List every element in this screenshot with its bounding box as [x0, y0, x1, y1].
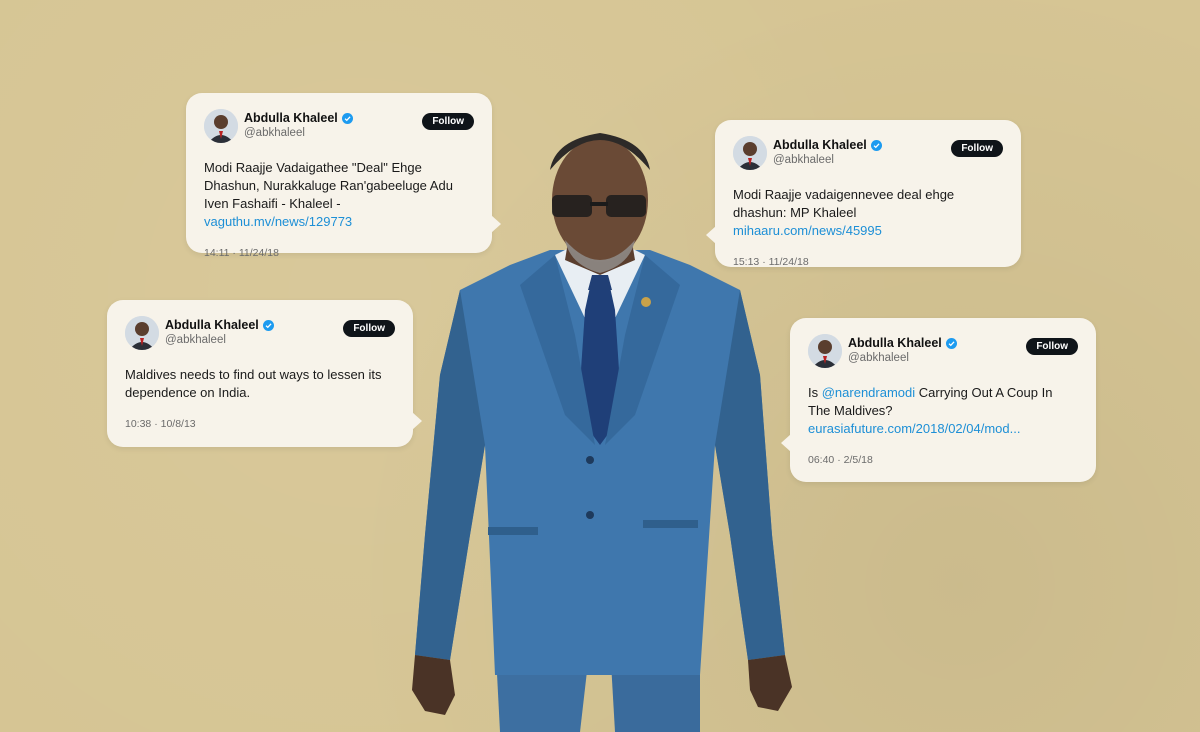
- tweet-card[interactable]: Abdulla Khaleel @abkhaleel Follow Is @na…: [781, 318, 1096, 482]
- tweet-header: Abdulla Khaleel @abkhaleel Follow: [808, 332, 1078, 370]
- author-handle[interactable]: @abkhaleel: [848, 351, 957, 366]
- tweet-timestamp[interactable]: 15:13 · 11/24/18: [733, 256, 1003, 268]
- verified-badge-icon: [341, 113, 353, 124]
- author-name[interactable]: Abdulla Khaleel: [773, 138, 867, 153]
- verified-badge-icon: [262, 320, 274, 331]
- author-name[interactable]: Abdulla Khaleel: [848, 336, 942, 351]
- verified-badge-icon: [870, 140, 882, 151]
- follow-button[interactable]: Follow: [343, 320, 395, 337]
- speech-tail: [491, 215, 501, 233]
- tweet-header: Abdulla Khaleel @abkhaleel Follow: [204, 107, 474, 145]
- tweet-text: Modi Raajje Vadaigathee "Deal" Ehge Dhas…: [204, 159, 474, 231]
- speech-tail: [781, 434, 791, 452]
- speech-tail: [706, 226, 716, 244]
- tweet-prefix: Is: [808, 385, 822, 400]
- tweet-header: Abdulla Khaleel @abkhaleel Follow: [125, 314, 395, 352]
- avatar[interactable]: [204, 109, 238, 143]
- author-name[interactable]: Abdulla Khaleel: [244, 111, 338, 126]
- author-handle[interactable]: @abkhaleel: [165, 333, 274, 348]
- avatar[interactable]: [733, 136, 767, 170]
- author-handle[interactable]: @abkhaleel: [244, 126, 353, 141]
- tweet-text: Maldives needs to find out ways to lesse…: [125, 366, 395, 402]
- tweet-text: Is @narendramodi Carrying Out A Coup In …: [808, 384, 1078, 438]
- follow-button[interactable]: Follow: [422, 113, 474, 130]
- tweet-card[interactable]: Abdulla Khaleel @abkhaleel Follow Modi R…: [706, 120, 1021, 268]
- follow-button[interactable]: Follow: [1026, 338, 1078, 355]
- avatar[interactable]: [808, 334, 842, 368]
- author-name[interactable]: Abdulla Khaleel: [165, 318, 259, 333]
- tweet-timestamp[interactable]: 14:11 · 11/24/18: [204, 247, 474, 259]
- tweet-mention[interactable]: @narendramodi: [822, 385, 915, 400]
- speech-tail: [412, 412, 422, 430]
- tweet-header: Abdulla Khaleel @abkhaleel Follow: [733, 134, 1003, 172]
- tweet-timestamp[interactable]: 06:40 · 2/5/18: [808, 454, 1078, 466]
- tweet-body: Modi Raajje vadaigennevee deal ehge dhas…: [733, 187, 955, 220]
- collage-scene: Abdulla Khaleel @abkhaleel Follow Modi R…: [0, 0, 1200, 732]
- tweet-timestamp[interactable]: 10:38 · 10/8/13: [125, 418, 395, 430]
- verified-badge-icon: [945, 338, 957, 349]
- tweet-link[interactable]: mihaaru.com/news/45995: [733, 223, 882, 238]
- author-handle[interactable]: @abkhaleel: [773, 153, 882, 168]
- avatar[interactable]: [125, 316, 159, 350]
- tweet-card[interactable]: Abdulla Khaleel @abkhaleel Follow Maldiv…: [107, 300, 422, 447]
- tweet-body: Maldives needs to find out ways to lesse…: [125, 367, 382, 400]
- follow-button[interactable]: Follow: [951, 140, 1003, 157]
- tweet-link[interactable]: vaguthu.mv/news/129773: [204, 214, 352, 229]
- tweet-body: Modi Raajje Vadaigathee "Deal" Ehge Dhas…: [204, 160, 453, 211]
- tweet-card[interactable]: Abdulla Khaleel @abkhaleel Follow Modi R…: [186, 93, 501, 259]
- tweet-text: Modi Raajje vadaigennevee deal ehge dhas…: [733, 186, 1003, 240]
- tweet-link[interactable]: eurasiafuture.com/2018/02/04/mod...: [808, 421, 1020, 436]
